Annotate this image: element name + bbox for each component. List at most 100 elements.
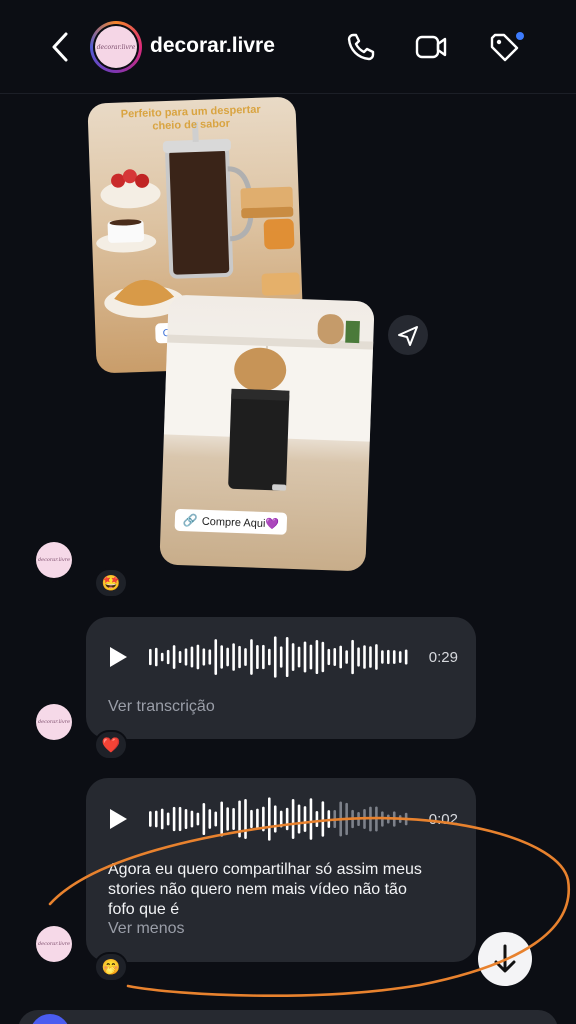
waveform-bar — [321, 801, 325, 837]
waveform-bar — [285, 636, 289, 678]
shared-post-trashcan[interactable]: 🔗 Compre Aqui💜 — [159, 294, 375, 572]
waveform-bar — [297, 646, 301, 668]
waveform-bar — [268, 797, 271, 841]
voice-message-1: 0:29 Ver transcrição — [86, 617, 476, 739]
waveform-bar — [262, 806, 265, 832]
waveform-bar — [303, 641, 307, 673]
waveform-bar — [387, 814, 390, 824]
notification-dot — [516, 32, 524, 40]
waveform-bar — [268, 648, 271, 666]
waveform-bar — [291, 799, 295, 839]
message-composer — [0, 1004, 576, 1024]
waveform-bar — [160, 652, 164, 662]
phone-call-icon[interactable] — [344, 30, 378, 64]
waveform-bar — [345, 650, 348, 664]
waveform-bar — [273, 805, 277, 833]
waveform-bar — [363, 645, 366, 669]
waveform-bar — [149, 648, 152, 666]
waveform-bar — [404, 649, 408, 665]
waveform-bar — [232, 808, 235, 830]
audio-waveform[interactable] — [146, 631, 408, 683]
waveform-bar — [172, 645, 176, 669]
waveform-bar — [291, 643, 295, 671]
waveform-bar — [190, 646, 194, 668]
waveform-bar — [387, 649, 390, 665]
voice-duration: 0:29 — [428, 649, 458, 666]
waveform-bar — [184, 808, 188, 830]
video-call-icon[interactable] — [414, 30, 448, 64]
waveform-bar — [149, 811, 152, 827]
reaction-star-struck[interactable]: 🤩 — [94, 568, 128, 598]
waveform-bar — [220, 645, 223, 669]
sender-avatar: decorar.livre — [36, 542, 72, 578]
scroll-down-arrow-icon[interactable] — [478, 932, 532, 986]
waveform-bar — [256, 808, 259, 830]
waveform-bar — [250, 809, 253, 829]
profile-avatar[interactable]: decorar.livre — [90, 21, 142, 73]
waveform-bar — [244, 648, 247, 666]
waveform-bar — [339, 645, 342, 669]
waveform-bar — [256, 644, 259, 670]
waveform-bar — [375, 644, 378, 670]
waveform-bar — [226, 647, 229, 667]
play-icon[interactable] — [108, 646, 128, 668]
voice-duration: 0:02 — [428, 811, 458, 828]
waveform-bar — [238, 800, 241, 838]
voice-transcript: Agora eu quero compartilhar só assim meu… — [108, 861, 422, 918]
waveform-bar — [202, 648, 206, 666]
waveform-bar — [160, 808, 164, 830]
waveform-bar — [333, 648, 337, 666]
waveform-bar — [184, 648, 188, 666]
waveform-bar — [250, 639, 253, 675]
waveform-bar — [238, 645, 241, 669]
waveform-bar — [190, 810, 194, 828]
waveform-bar — [196, 644, 200, 670]
waveform-bar — [214, 639, 218, 675]
waveform-bar — [154, 647, 158, 667]
waveform-bar — [208, 649, 212, 665]
waveform-bar — [202, 802, 206, 836]
waveform-bar — [279, 810, 283, 828]
waveform-bar — [404, 812, 408, 826]
waveform-bar — [327, 648, 331, 666]
waveform-bar — [398, 651, 402, 663]
waveform-bar — [369, 646, 372, 668]
chat-title[interactable]: decorar.livre — [150, 34, 275, 58]
back-arrow-icon[interactable] — [46, 30, 76, 64]
waveform-bar — [392, 650, 396, 664]
waveform-bar — [226, 807, 229, 831]
reaction-shush-face[interactable]: 🤭 — [94, 952, 128, 982]
waveform-bar — [327, 810, 331, 828]
waveform-bar — [369, 806, 372, 832]
share-send-icon[interactable] — [388, 315, 428, 355]
chat-header: decorar.livre decorar.livre — [0, 0, 576, 94]
compre-aqui-link[interactable]: 🔗 Compre Aqui💜 — [174, 508, 288, 535]
play-icon[interactable] — [108, 808, 128, 830]
waveform-bar — [244, 799, 247, 839]
waveform-bar — [392, 811, 396, 827]
waveform-bar — [339, 801, 342, 837]
view-less-link[interactable]: Ver menos — [108, 920, 184, 938]
waveform-bar — [357, 811, 360, 827]
audio-waveform[interactable] — [146, 793, 408, 845]
waveform-bar — [345, 802, 348, 836]
waveform-bar — [381, 650, 384, 664]
waveform-bar — [363, 809, 366, 829]
waveform-bar — [398, 815, 402, 823]
waveform-bar — [351, 809, 354, 829]
view-transcription-link[interactable]: Ver transcrição — [108, 698, 215, 716]
waveform-bar — [154, 810, 158, 828]
reaction-heart[interactable]: ❤️ — [94, 730, 128, 760]
waveform-bar — [214, 811, 218, 827]
waveform-bar — [321, 641, 325, 673]
waveform-bar — [178, 806, 182, 832]
message-input[interactable] — [18, 1010, 558, 1024]
waveform-bar — [172, 806, 176, 832]
link-icon: 🔗 — [182, 513, 199, 528]
waveform-bar — [166, 812, 170, 826]
waveform-bar — [178, 650, 182, 664]
waveform-bar — [309, 644, 313, 670]
waveform-bar — [303, 806, 307, 832]
compre-aqui-label: Compre Aqui💜 — [201, 515, 280, 530]
waveform-bar — [309, 798, 313, 840]
